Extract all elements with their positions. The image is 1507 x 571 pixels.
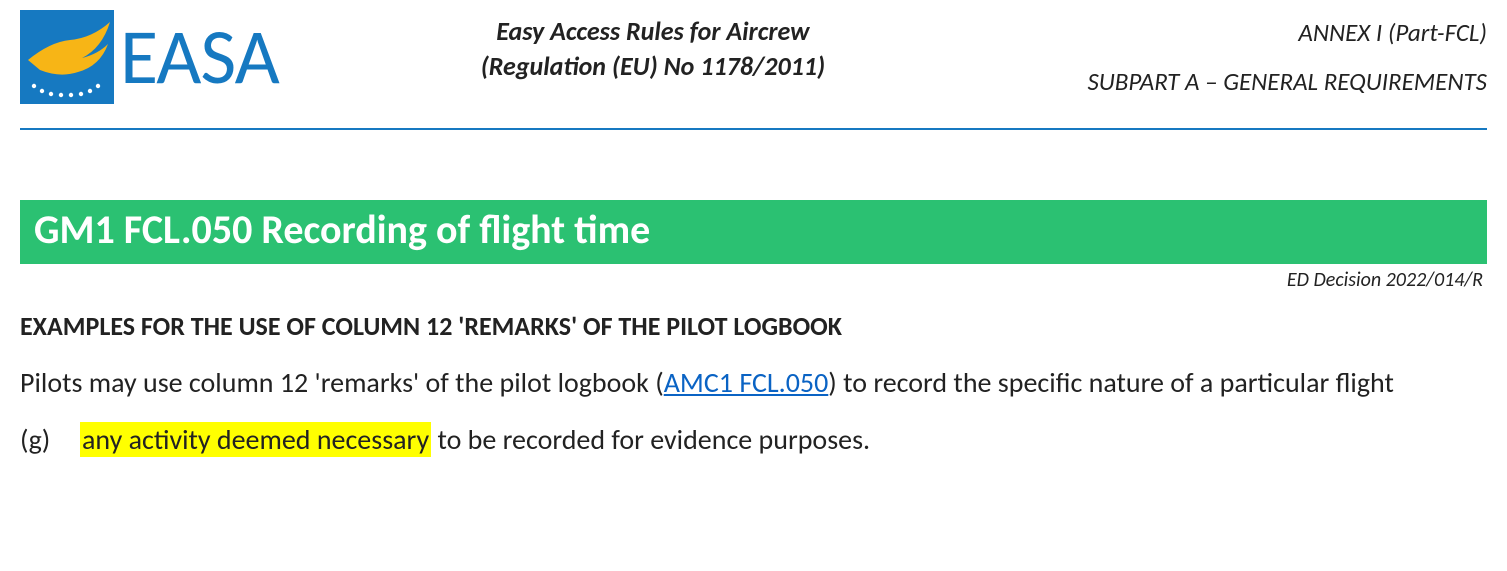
page-header: EASA Easy Access Rules for Aircrew (Regu… — [20, 10, 1487, 104]
item-g-highlight: any activity deemed necessary — [80, 422, 431, 457]
item-g-rest: to be recorded for evidence purposes. — [431, 422, 870, 457]
intro-post: ) to record the specific nature of a par… — [828, 365, 1394, 400]
easa-logo: EASA — [20, 10, 279, 104]
subpart-label: SUBPART A – GENERAL REQUIREMENTS — [1027, 61, 1487, 104]
amc-link[interactable]: AMC1 FCL.050 — [664, 365, 829, 400]
gm-banner: GM1 FCL.050 Recording of flight time — [20, 200, 1487, 264]
doc-title-line2: (Regulation (EU) No 1178/2011) — [481, 50, 825, 82]
doc-section: ANNEX I (Part-FCL) SUBPART A – GENERAL R… — [1027, 10, 1487, 103]
easa-logo-text: EASA — [120, 18, 279, 96]
item-g-text: any activity deemed necessary to be reco… — [80, 421, 870, 460]
doc-title: Easy Access Rules for Aircrew (Regulatio… — [299, 10, 1007, 84]
examples-heading: EXAMPLES FOR THE USE OF COLUMN 12 'REMAR… — [20, 310, 1487, 342]
item-g-letter: (g) — [20, 421, 80, 460]
annex-label: ANNEX I (Part-FCL) — [1027, 12, 1487, 55]
intro-paragraph: Pilots may use column 12 'remarks' of th… — [20, 364, 1487, 403]
intro-pre: Pilots may use column 12 'remarks' of th… — [20, 365, 664, 400]
item-g-row: (g) any activity deemed necessary to be … — [20, 421, 1487, 460]
header-divider — [20, 128, 1487, 130]
easa-bird-icon — [20, 10, 114, 104]
doc-title-line1: Easy Access Rules for Aircrew — [496, 15, 809, 47]
ed-decision-label: ED Decision 2022/014/R — [20, 268, 1483, 292]
gm-banner-title: GM1 FCL.050 Recording of flight time — [34, 205, 650, 254]
